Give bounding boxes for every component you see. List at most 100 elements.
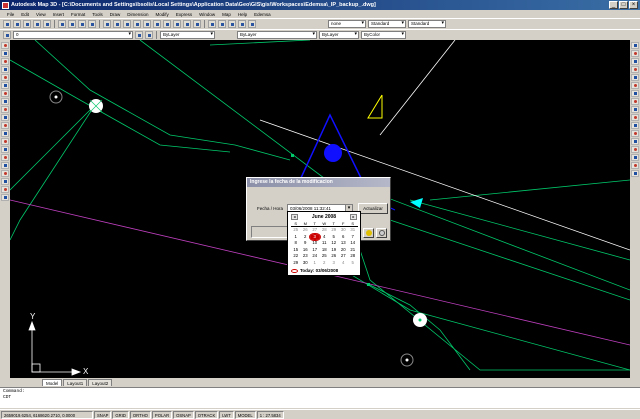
zoom-previous-icon[interactable] [153, 19, 161, 28]
status-toggle-grid[interactable]: GRID [112, 410, 129, 419]
menu-item-express[interactable]: Express [173, 12, 195, 17]
help-icon[interactable] [193, 19, 201, 28]
accept-button[interactable] [363, 228, 374, 238]
ellipse-icon[interactable] [1, 114, 9, 121]
properties-icon[interactable] [163, 19, 171, 28]
calendar-day[interactable]: 25 [291, 227, 301, 234]
polygon-icon[interactable] [1, 66, 9, 73]
tab-layout1[interactable]: Layout1 [63, 379, 88, 386]
viewport-scale[interactable]: 1 : 27.5834 [256, 410, 284, 419]
calendar-day[interactable]: 4 [339, 260, 349, 267]
preview-icon[interactable] [43, 19, 51, 28]
arc-icon[interactable] [1, 82, 9, 89]
table-icon[interactable] [1, 178, 9, 185]
status-toggle-polar[interactable]: POLAR [151, 410, 173, 419]
status-toggle-osnap[interactable]: OSNAP [173, 410, 194, 419]
status-toggle-lwt[interactable]: LWT [219, 410, 234, 419]
move-icon[interactable] [631, 82, 639, 89]
line-icon[interactable] [1, 42, 9, 49]
multiline-text-icon[interactable] [1, 186, 9, 193]
calendar-day[interactable]: 26 [329, 253, 339, 260]
undo-icon[interactable] [103, 19, 111, 28]
menu-item-file[interactable]: File [4, 12, 17, 17]
calendar-day[interactable]: 21 [348, 247, 358, 254]
stretch-icon[interactable] [631, 106, 639, 113]
calendar-day[interactable]: 14 [348, 240, 358, 247]
make-current-icon[interactable] [135, 30, 143, 39]
display-manager-icon[interactable] [248, 19, 256, 28]
calendar-day[interactable]: 13 [339, 240, 349, 247]
linetype-combo[interactable]: ByLayer [237, 30, 317, 39]
layer-previous-icon[interactable] [145, 30, 153, 39]
text-icon[interactable] [1, 194, 9, 201]
offset-icon[interactable] [631, 66, 639, 73]
ellipse-arc-icon[interactable] [1, 122, 9, 129]
fillet-icon[interactable] [631, 162, 639, 169]
calendar-day[interactable]: 10 [310, 240, 320, 247]
calendar-day[interactable]: 22 [291, 253, 301, 260]
calendar-day[interactable]: 5 [329, 234, 339, 241]
calendar-day[interactable]: 28 [348, 253, 358, 260]
pan-icon[interactable] [123, 19, 131, 28]
layer-manager-icon[interactable] [3, 30, 11, 39]
calendar-day[interactable]: 31 [348, 227, 358, 234]
array-icon[interactable] [631, 74, 639, 81]
calendar-day[interactable]: 12 [329, 240, 339, 247]
cancel-button[interactable] [376, 228, 387, 238]
copy-icon[interactable] [68, 19, 76, 28]
scale-icon[interactable] [631, 98, 639, 105]
join-icon[interactable] [631, 146, 639, 153]
layer-icon[interactable] [228, 19, 236, 28]
calendar-day[interactable]: 19 [329, 247, 339, 254]
redo-icon[interactable] [113, 19, 121, 28]
calendar-day[interactable]: 25 [320, 253, 330, 260]
calendar-day[interactable]: 30 [339, 227, 349, 234]
update-button[interactable]: Actualizar [358, 203, 388, 214]
break-at-point-icon[interactable] [631, 130, 639, 137]
open-icon[interactable] [13, 19, 21, 28]
revision-cloud-icon[interactable] [1, 98, 9, 105]
next-month-button[interactable]: ▸ [350, 213, 357, 220]
extend-icon[interactable] [631, 122, 639, 129]
calendar-day[interactable]: 2 [301, 234, 311, 241]
status-toggle-model[interactable]: MODEL [234, 410, 256, 419]
save-icon[interactable] [23, 19, 31, 28]
calendar-day[interactable]: 4 [320, 234, 330, 241]
attach-icon[interactable] [238, 19, 246, 28]
calendar-day[interactable]: 27 [339, 253, 349, 260]
status-toggle-otrack[interactable]: OTRACK [194, 410, 219, 419]
menu-item-help[interactable]: Help [235, 12, 250, 17]
calendar-day[interactable]: 20 [339, 247, 349, 254]
paste-icon[interactable] [78, 19, 86, 28]
menu-item-insert[interactable]: Insert [50, 12, 67, 17]
chamfer-icon[interactable] [631, 154, 639, 161]
region-icon[interactable] [1, 170, 9, 177]
calendar-day[interactable]: 9 [301, 240, 311, 247]
make-block-icon[interactable] [1, 138, 9, 145]
table-style-combo[interactable]: none [328, 19, 366, 28]
tab-layout2[interactable]: Layout2 [88, 379, 113, 386]
coordinates-readout[interactable]: 2659019.6254, 6168620.2710, 0.0000 [1, 410, 93, 419]
cut-icon[interactable] [58, 19, 66, 28]
layer-combo[interactable]: 0 [13, 30, 133, 39]
calendar-day[interactable]: 17 [310, 247, 320, 254]
calendar-day[interactable]: 23 [301, 253, 311, 260]
command-input-line[interactable]: CDT [3, 395, 637, 401]
break-icon[interactable] [631, 138, 639, 145]
color-combo[interactable]: ByLayer [160, 30, 215, 39]
menu-item-draw[interactable]: Draw [107, 12, 124, 17]
map-icon[interactable] [208, 19, 216, 28]
menu-item-dimension[interactable]: Dimension [124, 12, 151, 17]
calendar-day[interactable]: 30 [301, 260, 311, 267]
mirror-icon[interactable] [631, 58, 639, 65]
calendar-day[interactable]: 27 [310, 227, 320, 234]
calendar-day[interactable]: 8 [291, 240, 301, 247]
menu-item-edit[interactable]: Edit [18, 12, 32, 17]
copy-icon[interactable] [631, 50, 639, 57]
calendar-day[interactable]: 26 [301, 227, 311, 234]
hatch-icon[interactable] [1, 154, 9, 161]
calendar-day[interactable]: 24 [310, 253, 320, 260]
plot-style-combo[interactable]: ByColor [361, 30, 406, 39]
calendar-day[interactable]: 1 [310, 260, 320, 267]
calendar-day[interactable]: 28 [320, 227, 330, 234]
